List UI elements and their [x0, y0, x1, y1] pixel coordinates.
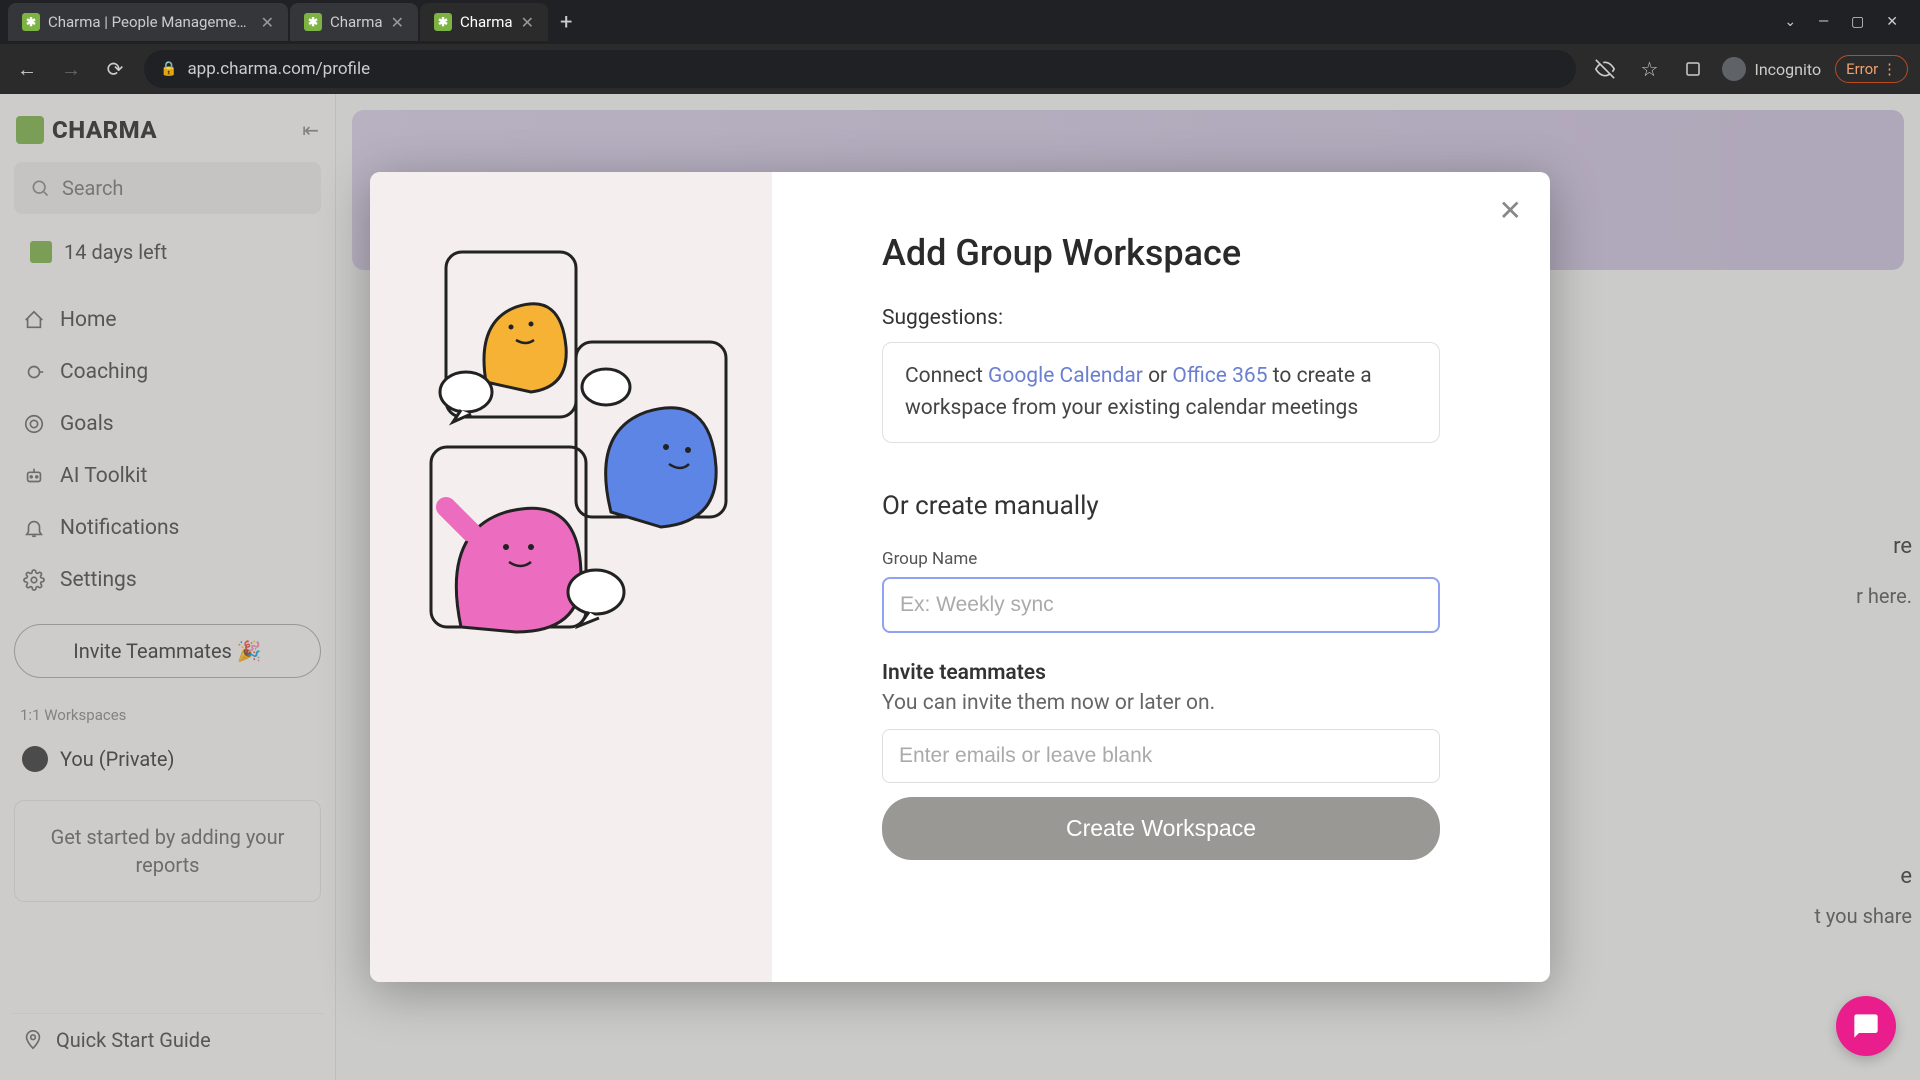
window-controls: ⌄ — ▢ ✕	[1784, 14, 1912, 30]
tab-title: Charma	[330, 13, 383, 31]
modal-form-panel: Add Group Workspace Suggestions: Connect…	[772, 172, 1550, 982]
close-icon[interactable]: ✕	[521, 13, 534, 32]
google-calendar-link[interactable]: Google Calendar	[988, 364, 1143, 388]
invite-emails-input[interactable]	[882, 729, 1440, 783]
incognito-icon	[1722, 57, 1746, 81]
tab-title: Charma	[460, 13, 513, 31]
eye-off-icon[interactable]	[1590, 54, 1620, 84]
reload-button[interactable]: ⟳	[100, 54, 130, 84]
url-text: app.charma.com/profile	[187, 59, 370, 79]
favicon-icon: ✱	[304, 13, 322, 31]
close-icon[interactable]: ✕	[391, 13, 404, 32]
app-root: CHARMA ⇤ Search 14 days left Home Coachi…	[0, 94, 1920, 1080]
close-icon[interactable]: ✕	[261, 13, 274, 32]
invite-teammates-heading: Invite teammates	[882, 661, 1440, 685]
intercom-launcher[interactable]	[1836, 996, 1896, 1056]
favicon-icon: ✱	[22, 13, 40, 31]
close-modal-button[interactable]: ✕	[1499, 194, 1522, 227]
invite-teammates-subtext: You can invite them now or later on.	[882, 691, 1440, 715]
browser-tab[interactable]: ✱ Charma ✕	[290, 3, 418, 41]
url-bar: ← → ⟳ 🔒 app.charma.com/profile ☆ Incogni…	[0, 44, 1920, 94]
incognito-badge: Incognito	[1722, 57, 1821, 81]
group-name-label: Group Name	[882, 549, 1440, 569]
incognito-label: Incognito	[1754, 60, 1821, 79]
modal-title: Add Group Workspace	[882, 232, 1440, 274]
suggestions-label: Suggestions:	[882, 306, 1440, 330]
office-365-link[interactable]: Office 365	[1172, 364, 1267, 388]
calendar-suggestion-box: Connect Google Calendar or Office 365 to…	[882, 342, 1440, 443]
extension-icon[interactable]	[1678, 54, 1708, 84]
close-window-icon[interactable]: ✕	[1886, 14, 1898, 30]
maximize-icon[interactable]: ▢	[1851, 14, 1864, 30]
browser-tab[interactable]: ✱ Charma | People Management S ✕	[8, 3, 288, 41]
address-bar[interactable]: 🔒 app.charma.com/profile	[144, 50, 1576, 88]
lock-icon: 🔒	[160, 61, 177, 77]
forward-button[interactable]: →	[56, 54, 86, 84]
minimize-icon[interactable]: —	[1818, 14, 1829, 30]
modal-overlay[interactable]: ✕	[0, 94, 1920, 1080]
star-icon[interactable]: ☆	[1634, 54, 1664, 84]
error-badge[interactable]: Error ⋮	[1835, 55, 1908, 83]
tab-title: Charma | People Management S	[48, 13, 253, 31]
back-button[interactable]: ←	[12, 54, 42, 84]
group-name-input[interactable]	[882, 577, 1440, 633]
browser-tab-active[interactable]: ✱ Charma ✕	[420, 3, 548, 41]
add-group-workspace-modal: ✕	[370, 172, 1550, 982]
chat-icon	[1852, 1012, 1880, 1040]
new-tab-button[interactable]: +	[550, 10, 582, 35]
create-workspace-button[interactable]: Create Workspace	[882, 797, 1440, 860]
modal-illustration-panel	[370, 172, 772, 982]
manual-create-heading: Or create manually	[882, 491, 1440, 521]
browser-chrome: ✱ Charma | People Management S ✕ ✱ Charm…	[0, 0, 1920, 94]
group-illustration	[391, 232, 751, 652]
chevron-down-icon[interactable]: ⌄	[1784, 14, 1796, 30]
favicon-icon: ✱	[434, 13, 452, 31]
tab-bar: ✱ Charma | People Management S ✕ ✱ Charm…	[0, 0, 1920, 44]
